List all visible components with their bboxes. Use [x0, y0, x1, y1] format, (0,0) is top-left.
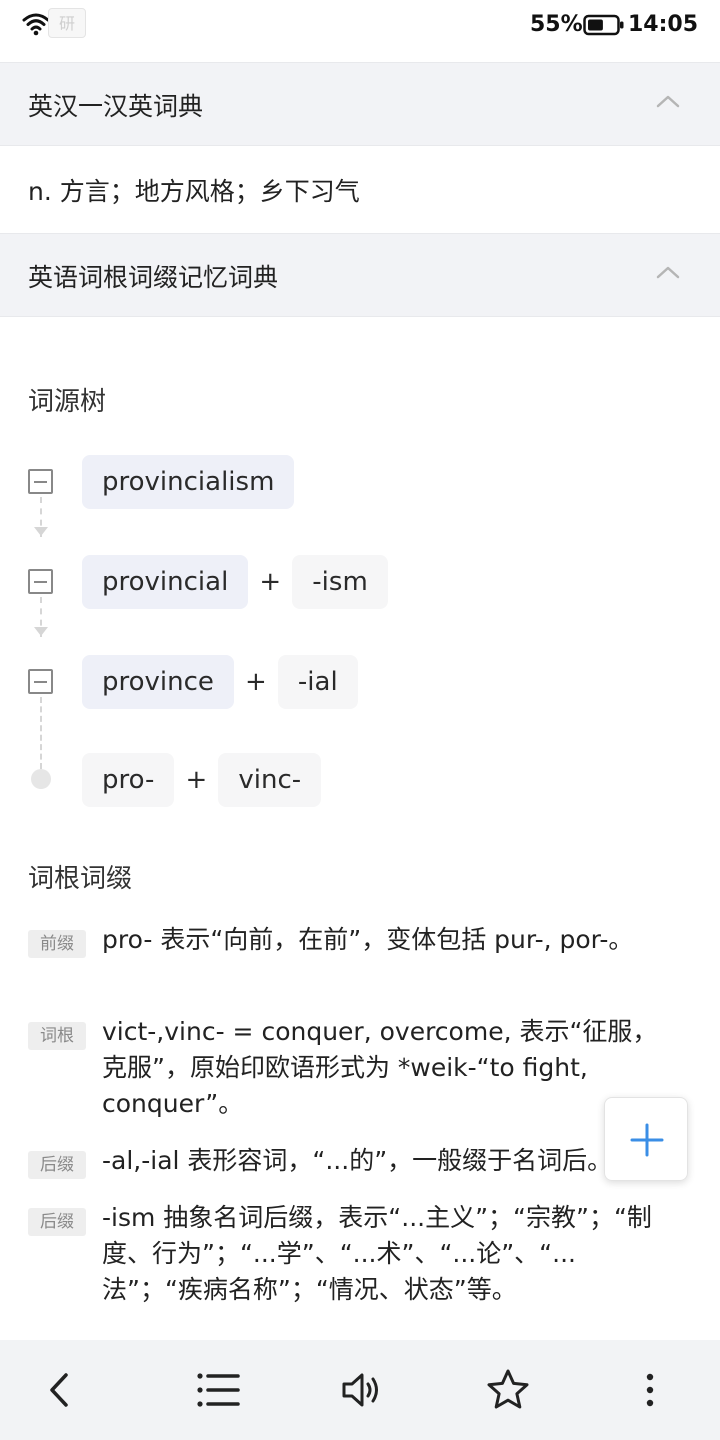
plus-sign: + [245, 667, 267, 697]
collapse-toggle-icon[interactable] [28, 569, 53, 594]
collapse-toggle-icon[interactable] [28, 669, 53, 694]
roots-affixes-heading: 词根词缀 [28, 864, 133, 894]
suffix-tag: 后缀 [28, 1151, 86, 1179]
affix-description: -ism 抽象名词后缀，表示“...主义”；“宗教”；“制度、行为”；“...学… [102, 1203, 652, 1304]
plus-icon [630, 1123, 664, 1157]
list-icon [197, 1373, 240, 1407]
section-header-root-affix-dictionary[interactable]: 英语词根词缀记忆词典 [0, 233, 720, 317]
tree-row: province + -ial [82, 655, 358, 709]
tree-row: provincialism [82, 455, 295, 509]
status-bar: 研 55% 14:05 [0, 0, 720, 62]
back-icon [50, 1373, 68, 1407]
affix-description: pro- 表示“向前，在前”，变体包括 pur-, por-。 [102, 925, 634, 954]
list-button[interactable] [196, 1368, 240, 1412]
favorite-button[interactable] [486, 1368, 530, 1412]
speaker-button[interactable] [341, 1368, 385, 1412]
arrow-down-icon [34, 627, 48, 636]
definition-text: n. 方言；地方风格；乡下习气 [28, 177, 360, 206]
affix-chip[interactable]: -ism [292, 555, 388, 609]
affix-description: -al,-ial 表形容词，“...的”，一般缀于名词后。 [102, 1146, 613, 1175]
root-tag: 词根 [28, 1022, 86, 1050]
tree-connector [40, 697, 42, 769]
more-icon [646, 1373, 654, 1407]
clock: 14:05 [628, 12, 699, 37]
tree-row: provincial + -ism [82, 555, 388, 609]
wifi-icon [22, 12, 50, 40]
battery-percent: 55% [530, 12, 583, 37]
status-notification-chip: 研 [48, 8, 86, 38]
word-chip[interactable]: provincialism [82, 455, 295, 509]
plus-sign: + [185, 765, 208, 795]
more-button[interactable] [628, 1368, 672, 1412]
speaker-icon [342, 1373, 378, 1407]
affix-chip[interactable]: vinc- [218, 753, 322, 807]
add-to-wordbook-button[interactable] [604, 1097, 688, 1181]
suffix-tag: 后缀 [28, 1208, 86, 1236]
chevron-up-icon[interactable] [656, 264, 680, 283]
collapse-toggle-icon[interactable] [28, 469, 53, 494]
section-header-en-cn-dictionary[interactable]: 英汉一汉英词典 [0, 62, 720, 146]
section-title: 英语词根词缀记忆词典 [28, 263, 279, 292]
bottom-toolbar [0, 1340, 720, 1440]
etymology-tree-heading: 词源树 [28, 387, 107, 417]
chevron-up-icon[interactable] [656, 93, 680, 112]
tree-row: pro- + vinc- [82, 753, 322, 807]
affix-description: vict-,vinc- = conquer, overcome, 表示“征服，克… [102, 1017, 658, 1118]
affix-chip[interactable]: -ial [277, 655, 358, 709]
leaf-node-dot [31, 769, 51, 789]
affix-chip[interactable]: pro- [82, 753, 175, 807]
plus-sign: + [259, 567, 282, 597]
star-icon [487, 1369, 529, 1409]
arrow-down-icon [34, 527, 48, 536]
section-title: 英汉一汉英词典 [28, 92, 204, 121]
word-chip[interactable]: provincial [82, 555, 249, 609]
prefix-tag: 前缀 [28, 930, 86, 958]
back-button[interactable] [38, 1368, 82, 1412]
word-chip[interactable]: province [82, 655, 234, 709]
battery-icon [583, 14, 625, 40]
